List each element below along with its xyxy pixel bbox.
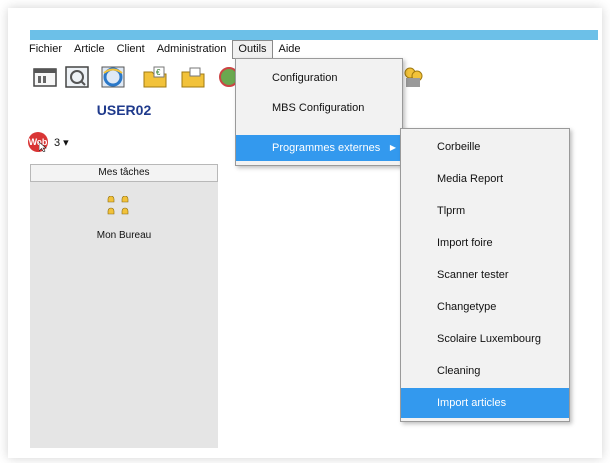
programmes-externes-menu: Corbeille Media Report Tlprm Import foir… [400,128,570,422]
submenu-arrow-icon: ▶ [389,143,396,152]
menu-outils[interactable]: Outils [232,39,273,59]
desktop-users-icon[interactable] [105,196,133,220]
menu-item-configuration[interactable]: Configuration [236,65,402,91]
menu-client[interactable]: Client [111,40,151,59]
menu-item-scanner-tester[interactable]: Scanner tester [401,262,569,288]
preview-icon[interactable] [64,64,90,90]
menu-item-mbs-configuration[interactable]: MBS Configuration [236,95,402,121]
user-label: USER02 [96,102,152,118]
menu-item-changetype[interactable]: Changetype [401,294,569,320]
svg-text:€: € [156,68,161,77]
menu-item-import-articles[interactable]: Import articles [401,388,569,418]
left-panel: USER02 Web 3 ▾ Mes tâches Mon Bureau [28,96,218,448]
menu-item-media-report[interactable]: Media Report [401,166,569,192]
mon-bureau-label[interactable]: Mon Bureau [30,230,218,241]
tasks-area: Mon Bureau [30,182,218,448]
folder-icon[interactable] [180,64,206,90]
menu-article[interactable]: Article [68,40,111,59]
menu-item-corbeille[interactable]: Corbeille [401,134,569,160]
users-icon[interactable] [400,64,426,90]
tasks-header[interactable]: Mes tâches [30,164,218,182]
folder-euro-icon[interactable]: € [142,64,168,90]
menu-administration[interactable]: Administration [151,40,233,59]
menu-item-import-foire[interactable]: Import foire [401,230,569,256]
menu-item-programmes-externes[interactable]: Programmes externes ▶ [236,135,402,161]
menu-fichier[interactable]: Fichier [28,40,68,59]
web-count-dropdown[interactable]: 3 ▾ [54,136,69,149]
menu-item-tlprm[interactable]: Tlprm [401,198,569,224]
menu-aide[interactable]: Aide [273,40,307,59]
menu-item-scolaire-luxembourg[interactable]: Scolaire Luxembourg [401,326,569,352]
menu-bar: Fichier Article Client Administration Ou… [28,39,598,59]
programmes-externes-label: Programmes externes [272,142,381,154]
menu-item-cleaning[interactable]: Cleaning [401,358,569,384]
title-bar [30,30,598,40]
outils-menu: Configuration MBS Configuration Programm… [235,58,403,166]
ie-icon[interactable] [100,64,126,90]
cursor-icon [39,142,47,152]
window-icon[interactable] [32,64,58,90]
